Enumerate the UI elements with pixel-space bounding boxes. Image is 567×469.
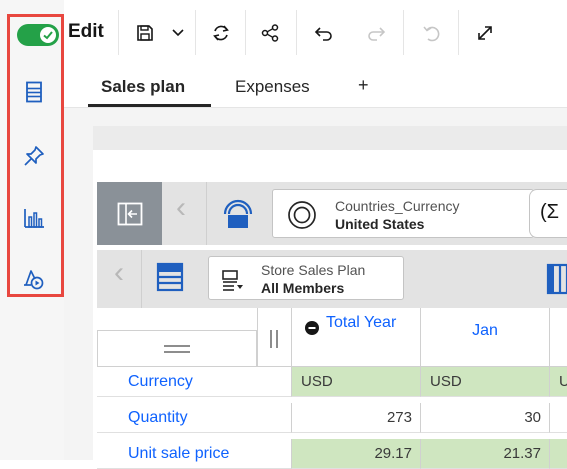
toolbar-divider <box>403 10 404 55</box>
resize-icon <box>270 330 278 348</box>
row-header-unit-sale-price[interactable]: Unit sale price <box>97 439 291 469</box>
redo-icon <box>368 27 386 41</box>
canvas-band <box>93 126 567 150</box>
reset-button[interactable] <box>417 18 447 48</box>
column-header-next[interactable] <box>549 308 567 367</box>
grid-cell[interactable]: 29.17 <box>291 439 420 469</box>
save-button[interactable] <box>130 18 160 48</box>
dimension-pill-cut[interactable]: (Σ <box>529 189 567 238</box>
fullscreen-button[interactable] <box>470 18 500 48</box>
row-header-currency[interactable]: Currency <box>97 367 291 397</box>
collapse-panel-button[interactable] <box>97 182 162 245</box>
refresh-icon <box>213 25 229 41</box>
scroll-left-chevron-icon[interactable]: ‹ <box>114 256 124 290</box>
toolbar-divider <box>118 10 119 55</box>
share-button[interactable] <box>255 18 285 48</box>
row-header-quantity[interactable]: Quantity <box>97 403 291 433</box>
save-options-dropdown[interactable] <box>163 18 193 48</box>
rows-layout-icon[interactable] <box>156 262 184 297</box>
undo-icon <box>314 27 332 41</box>
dimension-pill-countries[interactable]: Countries_Currency United States <box>272 189 534 238</box>
collapse-member-icon[interactable] <box>305 321 319 335</box>
dimension-divider <box>206 182 207 245</box>
tab-expenses[interactable]: Expenses <box>235 77 310 97</box>
add-tab-button[interactable]: + <box>358 75 369 96</box>
grid-cell[interactable]: USD <box>291 367 420 397</box>
column-header-label: Total Year <box>326 314 397 331</box>
scroll-left-chevron-icon[interactable]: ‹ <box>176 191 186 225</box>
share-icon <box>261 24 279 42</box>
context-icon[interactable] <box>219 194 257 237</box>
rail-highlight-box <box>7 14 64 297</box>
toolbar-divider <box>296 10 297 55</box>
dimension-member: United States <box>335 216 425 232</box>
dimension-divider <box>141 250 142 308</box>
undo-button[interactable] <box>308 18 338 48</box>
column-resize-handle[interactable] <box>257 308 291 367</box>
columns-layout-icon[interactable] <box>546 263 567 300</box>
grid-cell[interactable]: U <box>549 367 567 397</box>
grid-cell[interactable] <box>549 403 567 433</box>
grid-corner-cell <box>97 330 257 367</box>
edit-label: Edit <box>68 21 104 42</box>
save-icon <box>137 25 153 41</box>
dimension-member: All Members <box>261 280 345 296</box>
collapse-left-icon <box>117 202 142 225</box>
dimension-name: Store Sales Plan <box>261 262 366 278</box>
redo-button[interactable] <box>362 18 392 48</box>
tab-sales-plan[interactable]: Sales plan <box>101 77 185 97</box>
drag-handle-icon[interactable] <box>162 343 192 355</box>
dimension-pill-store-sales-plan[interactable]: Store Sales Plan All Members <box>208 256 404 300</box>
refresh-button[interactable] <box>206 18 236 48</box>
chevron-down-icon <box>172 29 184 37</box>
column-header-total-year[interactable]: Total Year <box>291 308 420 367</box>
column-header-label: Jan <box>472 322 498 339</box>
toolbar-divider <box>195 10 196 55</box>
grid-cell[interactable]: 273 <box>291 403 420 433</box>
toolbar-divider <box>245 10 246 55</box>
toolbar-divider <box>458 10 459 55</box>
expand-icon <box>478 26 492 40</box>
reset-icon <box>423 26 440 42</box>
grid-cell[interactable]: 30 <box>420 403 549 433</box>
measure-filter-icon <box>222 270 243 291</box>
member-icon <box>288 201 316 229</box>
grid-cell[interactable]: 21.37 <box>420 439 549 469</box>
column-header-jan[interactable]: Jan <box>420 308 549 367</box>
grid-cell[interactable] <box>549 439 567 469</box>
dimension-name: Countries_Currency <box>335 198 460 214</box>
grid-cell[interactable]: USD <box>420 367 549 397</box>
